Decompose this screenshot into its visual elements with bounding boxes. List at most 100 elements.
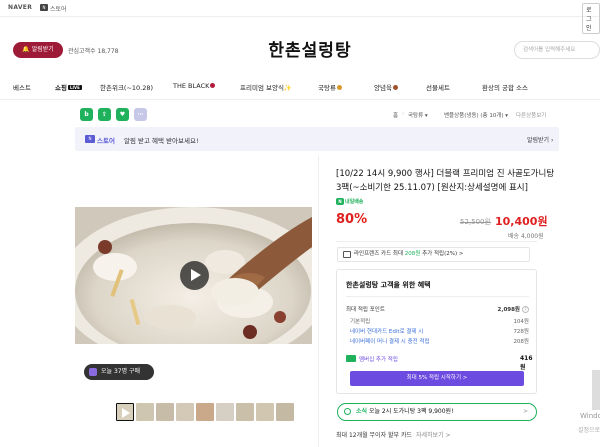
notice-text: 오늘 2시 도가니탕 3팩 9,900원! <box>367 408 454 415</box>
more-icon[interactable]: ⋯ <box>134 108 147 121</box>
nav-item-label: 선물세트 <box>426 84 450 92</box>
blog-share-icon[interactable]: b <box>80 108 93 121</box>
membership-start-button[interactable]: 최대 5% 적립 시작하기 > <box>350 371 524 386</box>
thumbnail[interactable] <box>256 403 274 421</box>
today-purchase-text: 오늘 37명 구매 <box>101 368 141 375</box>
breadcrumb-home[interactable]: 홈 <box>393 111 398 119</box>
news-icon <box>344 408 351 415</box>
banner-alarm-link[interactable]: 알림받기 › <box>527 135 553 144</box>
help-icon[interactable]: ? <box>522 306 529 313</box>
membership-row: 멤버십 추가 적립 <box>346 355 398 363</box>
windows-activation-watermark: Windo <box>580 412 600 420</box>
breadcrumb-sub[interactable]: 밴플상품(냉동) (총 10개) ▾ <box>444 111 508 119</box>
membership-value: 416원 <box>520 355 533 371</box>
product-title: [10/22 14시 9,900 행사] 더블랙 프리미엄 진 사골도가니탕 3… <box>336 167 556 209</box>
thumbnail[interactable] <box>156 403 174 421</box>
installment-detail-link[interactable]: 자세히보기 > <box>416 432 451 439</box>
benefit-row-npay[interactable]: 네이버페이 머니 결제 시 충전 적립 208원 <box>350 337 529 345</box>
nav-item-shopping-live[interactable]: 쇼핑 LIVE <box>55 82 82 92</box>
thumbnail[interactable] <box>216 403 234 421</box>
store-news-notice[interactable]: 소식 오늘 2시 도가니탕 3팩 9,900원! > <box>337 403 537 421</box>
nav-item-best[interactable]: 베스트 <box>13 82 31 92</box>
nav-item-soups[interactable]: 국탕류 <box>318 82 342 92</box>
card-icon <box>343 251 351 258</box>
nav-item-gift-set[interactable]: 선물세트 <box>426 82 450 92</box>
product-title-text: [10/22 14시 9,900 행사] 더블랙 프리미엄 진 사골도가니탕 3… <box>336 169 555 193</box>
membership-label: 멤버십 추가 적립 <box>359 357 398 363</box>
store-link[interactable]: 스토어 <box>50 4 67 13</box>
shipping-fee: 배송 4,000원 <box>508 233 544 240</box>
installment-text: 최대 12개월 무이자 할부 카드 <box>336 432 412 439</box>
discount-rate: 80% <box>336 212 368 227</box>
store-badge-icon: N <box>40 4 48 11</box>
pay-badge-icon: N <box>336 198 344 205</box>
membership-icon <box>346 355 356 362</box>
thumbnail[interactable] <box>176 403 194 421</box>
nav-item-the-black[interactable]: THE BLACK <box>173 82 216 90</box>
scrollbar[interactable] <box>592 370 600 410</box>
soup-icon <box>336 85 342 90</box>
benefit-row-card[interactable]: 네이버 현대카드 Edit로 결제 시 728원 <box>350 327 529 335</box>
play-icon <box>122 408 130 418</box>
store-alarm-banner[interactable]: N 스토어 알림 받고 혜택 받아보세요! 알림받기 › <box>75 127 559 151</box>
benefit-row-basic: 기본적립 104원 <box>350 317 529 325</box>
thumbnail[interactable] <box>276 403 294 421</box>
top-bar: NAVER N 스토어 로그인 <box>0 0 600 34</box>
card-offer[interactable]: 라인프렌즈 카드 최대 208원 추가 적립(2%) > <box>337 247 530 262</box>
nav-item-label: 한촌위크(~10.28) <box>100 84 154 92</box>
original-price: 52,500원 <box>460 218 491 226</box>
benefit-value: 728원 <box>513 329 529 335</box>
card-offer-text: 라인프렌즈 카드 최대 <box>354 251 405 257</box>
bell-icon: 🔔 <box>22 46 30 53</box>
store-title[interactable]: 한촌설렁탕 <box>240 36 380 61</box>
nav-item-sauce[interactable]: 환상의 궁합 소스 <box>482 82 528 92</box>
thumbnail-video[interactable] <box>116 403 134 421</box>
nav-item-marinated-meat[interactable]: 양념육 <box>374 82 398 92</box>
thumbnail-strip <box>116 403 316 421</box>
benefit-value: 104원 <box>513 319 529 325</box>
breadcrumb-category-label: 국탕류 <box>408 113 424 119</box>
nav-item-label: 환상의 궁합 소스 <box>482 84 528 92</box>
breadcrumb-sub-label: 밴플상품(냉동) (총 10개) <box>444 113 504 119</box>
windows-activation-watermark-sub: 설정으로 <box>578 427 600 434</box>
search-input[interactable]: 검색어를 입력해주세요 <box>514 41 600 59</box>
pay-badge: N 내일배송 <box>336 195 363 209</box>
banner-alarm-label: 알림받기 <box>527 137 550 144</box>
benefit-title: 한촌설렁탕 고객을 위한 혜택 <box>346 281 431 289</box>
today-purchase-badge: 오늘 37명 구매 <box>84 364 154 380</box>
alarm-button[interactable]: 🔔 알림받기 <box>13 42 63 58</box>
benefit-label: 네이버 현대카드 Edit로 결제 시 <box>350 329 424 335</box>
breadcrumb-sep: › <box>402 111 405 117</box>
nav-item-label: THE BLACK <box>173 82 210 90</box>
chevron-right-icon: > <box>522 408 528 415</box>
nav-item-label: 쇼핑 <box>55 84 67 92</box>
play-button[interactable] <box>180 261 209 290</box>
bookmark-icon[interactable]: ♥ <box>116 108 129 121</box>
nav-item-label: 양념육 <box>374 84 392 92</box>
other-products-link[interactable]: 다른상품보기 <box>516 111 546 119</box>
divider <box>346 296 529 297</box>
thumbnail[interactable] <box>136 403 154 421</box>
np-badge-icon: N <box>85 135 95 143</box>
benefit-label: 최대 적립 포인트 <box>346 307 385 313</box>
cart-icon <box>89 368 97 376</box>
column-divider <box>318 156 319 447</box>
benefit-value-text: 2,098원 <box>497 307 520 313</box>
share-icon[interactable]: ⇪ <box>98 108 111 121</box>
login-button[interactable]: 로그인 <box>582 3 600 34</box>
naver-logo[interactable]: NAVER <box>8 4 32 11</box>
benefit-value: 208원 <box>513 339 529 345</box>
benefit-box: 한촌설렁탕 고객을 위한 혜택 최대 적립 포인트 2,098원? 기본적립 1… <box>336 269 537 394</box>
thumbnail[interactable] <box>196 403 214 421</box>
black-dot-icon <box>210 83 216 88</box>
nav-item-hanchon-week[interactable]: 한촌위크(~10.28) <box>100 82 153 92</box>
alarm-button-label: 알림받기 <box>31 46 54 53</box>
pay-badge-text: 내일배송 <box>345 199 364 205</box>
breadcrumb-category[interactable]: 국탕류 ▾ <box>408 111 428 119</box>
nav-item-label: 프리미엄 보양식✨ <box>240 84 293 92</box>
notice-prefix: 소식 <box>356 408 368 415</box>
thumbnail[interactable] <box>236 403 254 421</box>
category-nav: 베스트 쇼핑 LIVE 한촌위크(~10.28) THE BLACK 프리미엄 보… <box>0 72 600 100</box>
nav-item-premium[interactable]: 프리미엄 보양식✨ <box>240 82 292 92</box>
benefit-label: 네이버페이 머니 결제 시 충전 적립 <box>350 339 430 345</box>
